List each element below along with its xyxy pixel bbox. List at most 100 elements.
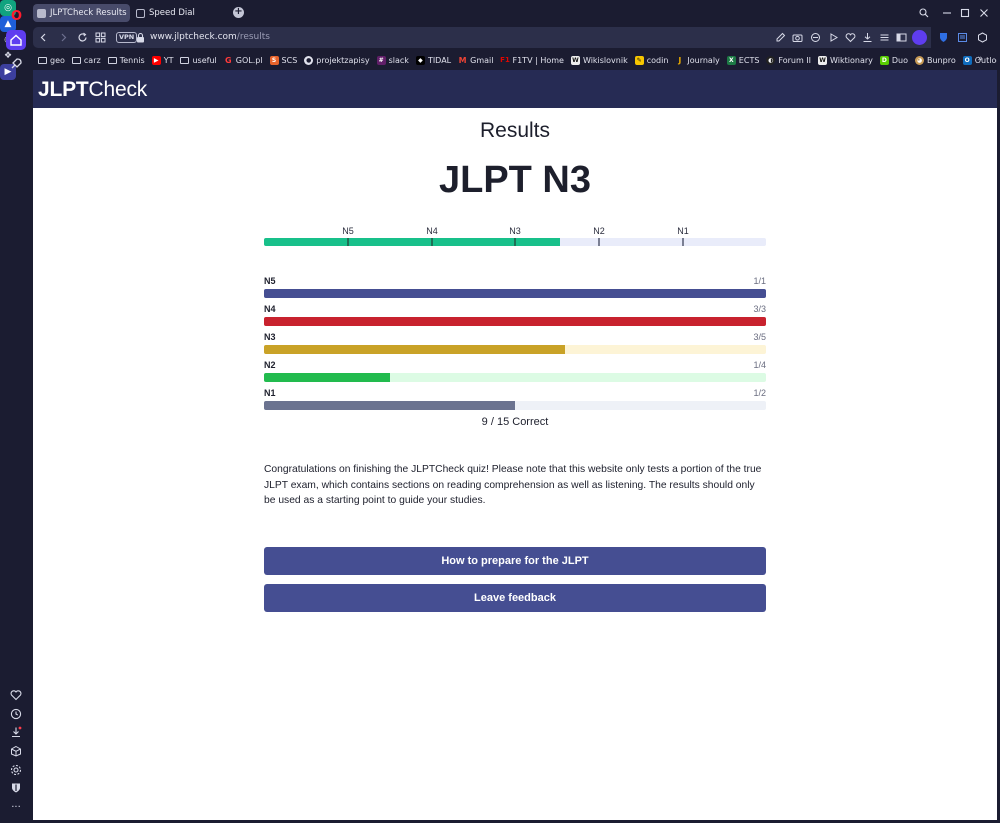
gmail-icon: M	[458, 55, 467, 65]
brand-light: Check	[88, 78, 148, 101]
level-tick	[682, 238, 684, 246]
level-marker-label: N1	[677, 226, 689, 236]
new-tab-plus-icon[interactable]: +	[233, 7, 244, 18]
level-marker-label: N4	[426, 226, 438, 236]
tab-speed-dial[interactable]: Speed Dial	[132, 4, 227, 22]
vpn-badge[interactable]: VPN	[116, 32, 138, 43]
bunpro-icon: ◕	[915, 55, 924, 65]
wiki-icon: W	[570, 55, 580, 65]
extensions-cube-icon[interactable]	[9, 744, 23, 758]
heart-icon[interactable]	[9, 688, 23, 702]
sidebar-toggle-icon[interactable]	[895, 31, 908, 44]
level-row-n3: N3 3/5	[264, 332, 766, 360]
adblock-icon[interactable]	[809, 31, 822, 44]
bookmark-label: GOL.pl	[235, 55, 263, 65]
level-track	[264, 345, 766, 354]
history-icon[interactable]	[9, 707, 23, 721]
bookmark-yt[interactable]: ▶ YT	[151, 55, 173, 65]
bookmark-label: Bunpro	[927, 55, 956, 65]
bookmark-scs[interactable]: S SCS	[269, 55, 297, 65]
bookmark-heart-icon[interactable]	[844, 31, 857, 44]
outlook-icon: O	[962, 55, 972, 65]
home-icon[interactable]	[6, 30, 26, 50]
downloads-icon[interactable]	[9, 725, 23, 739]
more-dots-icon[interactable]: ···	[9, 800, 23, 814]
wiki-icon: W	[818, 55, 828, 65]
minimize-icon[interactable]	[941, 7, 953, 19]
reader-icon[interactable]	[956, 31, 969, 44]
results-heading: Results	[479, 119, 551, 142]
maximize-icon[interactable]	[959, 7, 971, 19]
bookmark-gmail[interactable]: M Gmail	[458, 55, 494, 65]
forward-icon[interactable]	[57, 31, 70, 44]
bookmark-wiktionary[interactable]: W Wiktionary	[818, 55, 873, 65]
settings-gear-icon[interactable]	[9, 763, 23, 777]
bookmark-duo[interactable]: D Duo	[879, 55, 908, 65]
bookmark-tidal[interactable]: ◆ TIDAL	[415, 55, 451, 65]
close-window-icon[interactable]	[978, 7, 990, 19]
site-logo[interactable]: JLPTCheck	[38, 78, 147, 102]
bookmark-golpl[interactable]: G GOL.pl	[224, 56, 263, 65]
bookmark-forum-ii[interactable]: ◐ Forum II	[766, 55, 811, 65]
leave-feedback-button[interactable]: Leave feedback	[264, 584, 766, 612]
search-tabs-icon[interactable]	[918, 7, 930, 19]
play-icon[interactable]	[827, 31, 840, 44]
level-marker-label: N3	[509, 226, 521, 236]
download-icon[interactable]	[861, 31, 874, 44]
bookmark-label: Tennis	[119, 55, 145, 65]
level-fill	[264, 317, 766, 326]
bookmark-tennis[interactable]: Tennis	[107, 55, 145, 65]
bookmarks-more-icon[interactable]: »	[977, 54, 983, 64]
brand-bold: JLPT	[38, 78, 89, 101]
tab-grid-icon[interactable]	[94, 31, 107, 44]
bookmark-carz[interactable]: carz	[71, 55, 101, 65]
bookmark-label: carz	[83, 55, 101, 65]
url-host: www.jlptcheck.com	[150, 32, 237, 42]
prepare-jlpt-button[interactable]: How to prepare for the JLPT	[264, 547, 766, 575]
f1tv-icon: F1	[500, 56, 510, 64]
level-name: N3	[264, 332, 276, 342]
reload-icon[interactable]	[76, 31, 89, 44]
bookmark-wikislovnik[interactable]: W Wikislovnik	[570, 55, 628, 65]
bookmark-f1tv[interactable]: F1 F1TV | Home	[500, 56, 564, 65]
bitwarden-icon[interactable]	[937, 31, 950, 44]
level-score: 3/5	[753, 332, 766, 342]
bookmark-label: projektzapisy	[316, 55, 370, 65]
tab-strip: JLPTCheck Results Speed Dial +	[32, 0, 1000, 26]
edit-icon[interactable]	[774, 31, 787, 44]
profile-avatar[interactable]	[912, 30, 927, 45]
site-header: JLPTCheck	[33, 70, 997, 108]
level-score: 3/3	[753, 304, 766, 314]
level-row-n5: N5 1/1	[264, 276, 766, 304]
easy-setup-icon[interactable]	[878, 31, 891, 44]
bookmark-label: useful	[192, 55, 217, 65]
bookmark-journaly[interactable]: J Journaly	[675, 56, 719, 65]
rocket-icon[interactable]	[6, 54, 26, 74]
opera-logo-icon[interactable]: O	[8, 8, 25, 25]
bookmark-geo[interactable]: geo	[38, 56, 65, 65]
level-name: N4	[264, 304, 276, 314]
bookmark-useful[interactable]: useful	[180, 55, 217, 65]
bitwarden-shield-icon[interactable]	[9, 781, 23, 795]
tab-jlptcheck-results[interactable]: JLPTCheck Results	[33, 4, 130, 22]
folder-icon	[38, 56, 47, 64]
bookmark-ects[interactable]: X ECTS	[726, 55, 760, 65]
extension-cube-icon[interactable]	[976, 31, 989, 44]
url-field[interactable]: www.jlptcheck.com/results	[150, 31, 270, 44]
camera-icon[interactable]	[791, 31, 804, 44]
bookmark-label: Journaly	[687, 55, 720, 65]
back-icon[interactable]	[37, 31, 50, 44]
bookmark-codin[interactable]: ✎ codin	[634, 55, 668, 65]
github-icon: ●	[304, 55, 314, 65]
bookmark-projektzapisy[interactable]: ● projektzapisy	[304, 55, 370, 65]
level-name: N1	[264, 388, 276, 398]
lock-icon[interactable]	[136, 32, 145, 43]
bookmark-slack[interactable]: # slack	[376, 55, 409, 65]
bookmark-label: ECTS	[738, 55, 760, 65]
level-tick	[598, 238, 600, 246]
web-page: JLPTCheck Results JLPT N3 N5 N4 N3 N2 N1…	[33, 70, 997, 820]
folder-icon	[107, 56, 117, 64]
codin-icon: ✎	[634, 55, 644, 65]
bookmarks-bar: geo carz Tennis ▶ YT useful G GOL.pl S SCS …	[33, 51, 1000, 69]
bookmark-bunpro[interactable]: ◕ Bunpro	[915, 55, 956, 65]
